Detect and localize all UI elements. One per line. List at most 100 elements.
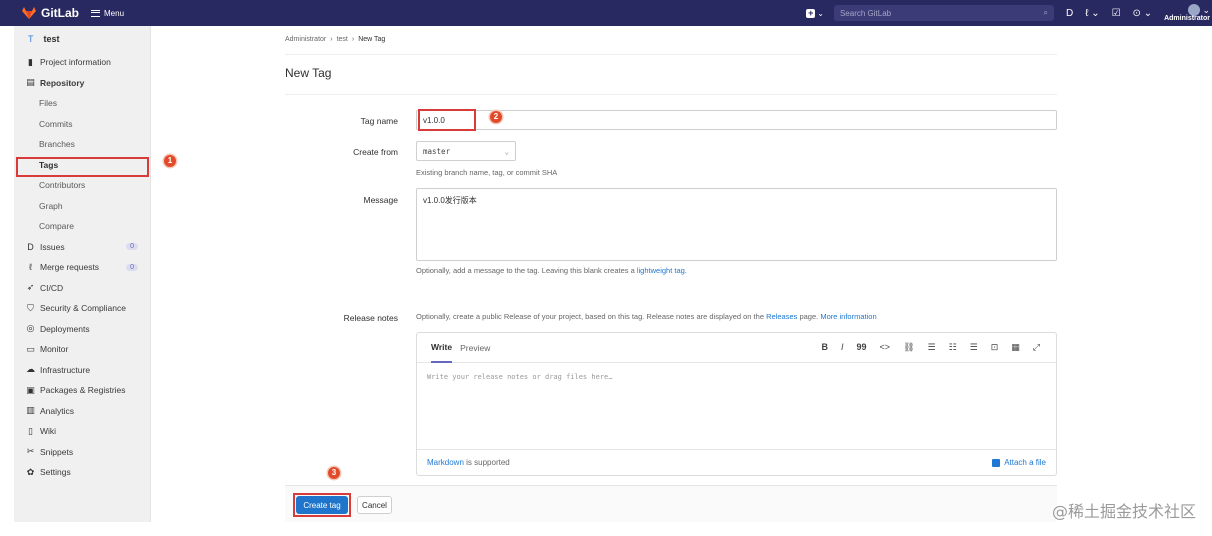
book-icon: ▯ bbox=[28, 425, 33, 436]
breadcrumb: Administrator › test › New Tag bbox=[285, 36, 385, 43]
sidebar-item-label: Issues bbox=[40, 241, 65, 252]
sidebar-item-analytics[interactable]: ▥ Analytics bbox=[14, 401, 150, 422]
release-help-text: page. bbox=[799, 312, 819, 321]
package-icon: ▣ bbox=[26, 384, 35, 395]
numbered-list-icon[interactable]: ☷ bbox=[949, 342, 957, 353]
release-help-text: Optionally, create a public Release of y… bbox=[416, 312, 764, 321]
step-marker: 1 bbox=[164, 155, 176, 167]
user-menu[interactable]: ⌄ Administrator bbox=[1164, 4, 1210, 22]
breadcrumb-item-current[interactable]: New Tag bbox=[358, 36, 385, 43]
markdown-link[interactable]: Markdown bbox=[427, 458, 464, 467]
sidebar-item-repository[interactable]: ▤ Repository bbox=[14, 73, 150, 94]
releases-link[interactable]: Releases bbox=[766, 312, 797, 321]
menu-button[interactable]: Menu bbox=[91, 9, 124, 18]
sidebar-subitem-branches[interactable]: Branches bbox=[14, 134, 150, 155]
editor-toolbar: B I 99 <> ⛓ ☰ ☷ ☰ ⊡ ▦ ⤢ bbox=[822, 342, 1040, 353]
sidebar-item-infrastructure[interactable]: ☁ Infrastructure bbox=[14, 360, 150, 381]
sidebar-subitem-contributors[interactable]: Contributors bbox=[14, 175, 150, 196]
highlight-tags bbox=[16, 157, 149, 177]
quote-icon[interactable]: 99 bbox=[857, 342, 867, 353]
sidebar-item-snippets[interactable]: ✂ Snippets bbox=[14, 442, 150, 463]
chevron-down-icon: ⌄ bbox=[504, 146, 509, 156]
step-marker: 2 bbox=[490, 111, 502, 123]
attach-file-button[interactable]: Attach a file bbox=[992, 458, 1046, 467]
breadcrumb-separator: › bbox=[351, 36, 355, 43]
lightweight-tag-link[interactable]: lightweight tag. bbox=[637, 266, 687, 275]
sidebar-subitem-graph[interactable]: Graph bbox=[14, 196, 150, 217]
brand-name: GitLab bbox=[41, 6, 79, 20]
sidebar-item-label: Project information bbox=[40, 57, 111, 68]
gitlab-logo[interactable]: GitLab bbox=[22, 6, 79, 20]
more-information-link[interactable]: More information bbox=[820, 312, 876, 321]
document-icon: ▤ bbox=[26, 77, 35, 88]
highlight-tag-name bbox=[418, 109, 476, 131]
sidebar-item-issues[interactable]: D Issues 0 bbox=[14, 237, 150, 258]
sidebar-item-label: CI/CD bbox=[40, 282, 64, 293]
sidebar-item-packages[interactable]: ▣ Packages & Registries bbox=[14, 380, 150, 401]
link-icon[interactable]: ⛓ bbox=[903, 342, 914, 353]
rocket-icon: ➶ bbox=[26, 282, 35, 293]
sidebar-item-label: Repository bbox=[40, 77, 85, 88]
release-notes-help: Optionally, create a public Release of y… bbox=[416, 312, 877, 321]
message-textarea[interactable]: v1.0.0发行版本 bbox=[416, 188, 1057, 261]
sidebar-subitem-commits[interactable]: Commits bbox=[14, 114, 150, 135]
sidebar-subitem-files[interactable]: Files bbox=[14, 93, 150, 114]
italic-icon[interactable]: I bbox=[841, 342, 844, 353]
sidebar-item-settings[interactable]: ✿ Settings bbox=[14, 462, 150, 483]
help-icon[interactable]: ⊙ ⌄ bbox=[1133, 8, 1153, 19]
markdown-hint: Markdown is supported bbox=[427, 458, 510, 467]
info-icon: ▮ bbox=[28, 56, 33, 67]
markdown-hint-text: is supported bbox=[466, 458, 510, 467]
sidebar-item-project-information[interactable]: ▮ Project information bbox=[14, 52, 150, 73]
sidebar-item-deployments[interactable]: ◎ Deployments bbox=[14, 319, 150, 340]
sidebar: T test ▮ Project information ▤ Repository … bbox=[14, 26, 151, 522]
create-from-label: Create from bbox=[353, 147, 398, 157]
message-help-text: Optionally, add a message to the tag. Le… bbox=[416, 266, 635, 275]
sidebar-item-cicd[interactable]: ➶ CI/CD bbox=[14, 278, 150, 299]
tab-write[interactable]: Write bbox=[431, 333, 453, 363]
tag-name-input[interactable]: v1.0.0 bbox=[416, 110, 1057, 130]
top-navbar: GitLab Menu + ⌄ Search GitLab ⌕ D ℓ ⌄ ☑ … bbox=[0, 0, 1212, 26]
create-from-dropdown[interactable]: master ⌄ bbox=[416, 141, 516, 161]
fullscreen-icon[interactable]: ⤢ bbox=[1033, 342, 1040, 353]
image-icon bbox=[992, 458, 1001, 467]
sidebar-item-label: Security & Compliance bbox=[40, 303, 126, 314]
cancel-button[interactable]: Cancel bbox=[357, 496, 392, 514]
chart-icon: ▥ bbox=[26, 405, 35, 416]
project-name: test bbox=[43, 34, 60, 44]
step-marker: 3 bbox=[328, 467, 340, 479]
divider bbox=[285, 54, 1057, 55]
sidebar-item-wiki[interactable]: ▯ Wiki bbox=[14, 421, 150, 442]
sidebar-item-merge-requests[interactable]: ℓ Merge requests 0 bbox=[14, 257, 150, 278]
sidebar-item-label: Packages & Registries bbox=[40, 385, 126, 396]
chevron-down-icon: ⌄ bbox=[817, 8, 824, 18]
merge-requests-nav-icon[interactable]: ℓ ⌄ bbox=[1085, 8, 1099, 19]
task-list-icon[interactable]: ☰ bbox=[970, 342, 978, 353]
new-dropdown-button[interactable]: + ⌄ bbox=[806, 8, 824, 18]
breadcrumb-item[interactable]: Administrator bbox=[285, 36, 326, 43]
sidebar-subitem-compare[interactable]: Compare bbox=[14, 216, 150, 237]
tab-preview[interactable]: Preview bbox=[460, 343, 490, 353]
search-input[interactable]: Search GitLab ⌕ bbox=[833, 5, 1054, 21]
bullet-list-icon[interactable]: ☰ bbox=[928, 342, 936, 353]
release-notes-textarea[interactable]: Write your release notes or drag files h… bbox=[427, 373, 612, 381]
project-header[interactable]: T test bbox=[14, 26, 150, 52]
breadcrumb-item[interactable]: test bbox=[337, 36, 348, 43]
sidebar-item-label: Monitor bbox=[40, 344, 69, 355]
create-from-value: master bbox=[423, 146, 451, 156]
create-from-help: Existing branch name, tag, or commit SHA bbox=[416, 168, 558, 177]
sidebar-item-monitor[interactable]: ▭ Monitor bbox=[14, 339, 150, 360]
bold-icon[interactable]: B bbox=[822, 342, 829, 353]
merge-requests-count-badge: 0 bbox=[126, 263, 138, 271]
sidebar-item-security[interactable]: ⛉ Security & Compliance bbox=[14, 298, 150, 319]
todos-icon[interactable]: ☑ bbox=[1112, 8, 1121, 19]
watermark: @稀土掘金技术社区 bbox=[1051, 502, 1196, 521]
scissors-icon: ✂ bbox=[26, 446, 35, 457]
cloud-icon: ☁ bbox=[26, 364, 35, 375]
table-icon[interactable]: ▦ bbox=[1011, 342, 1020, 353]
project-avatar: T bbox=[28, 34, 34, 44]
issues-nav-icon[interactable]: D bbox=[1066, 8, 1073, 19]
search-placeholder: Search GitLab bbox=[839, 8, 892, 18]
collapsible-icon[interactable]: ⊡ bbox=[991, 342, 999, 353]
code-icon[interactable]: <> bbox=[880, 342, 891, 353]
